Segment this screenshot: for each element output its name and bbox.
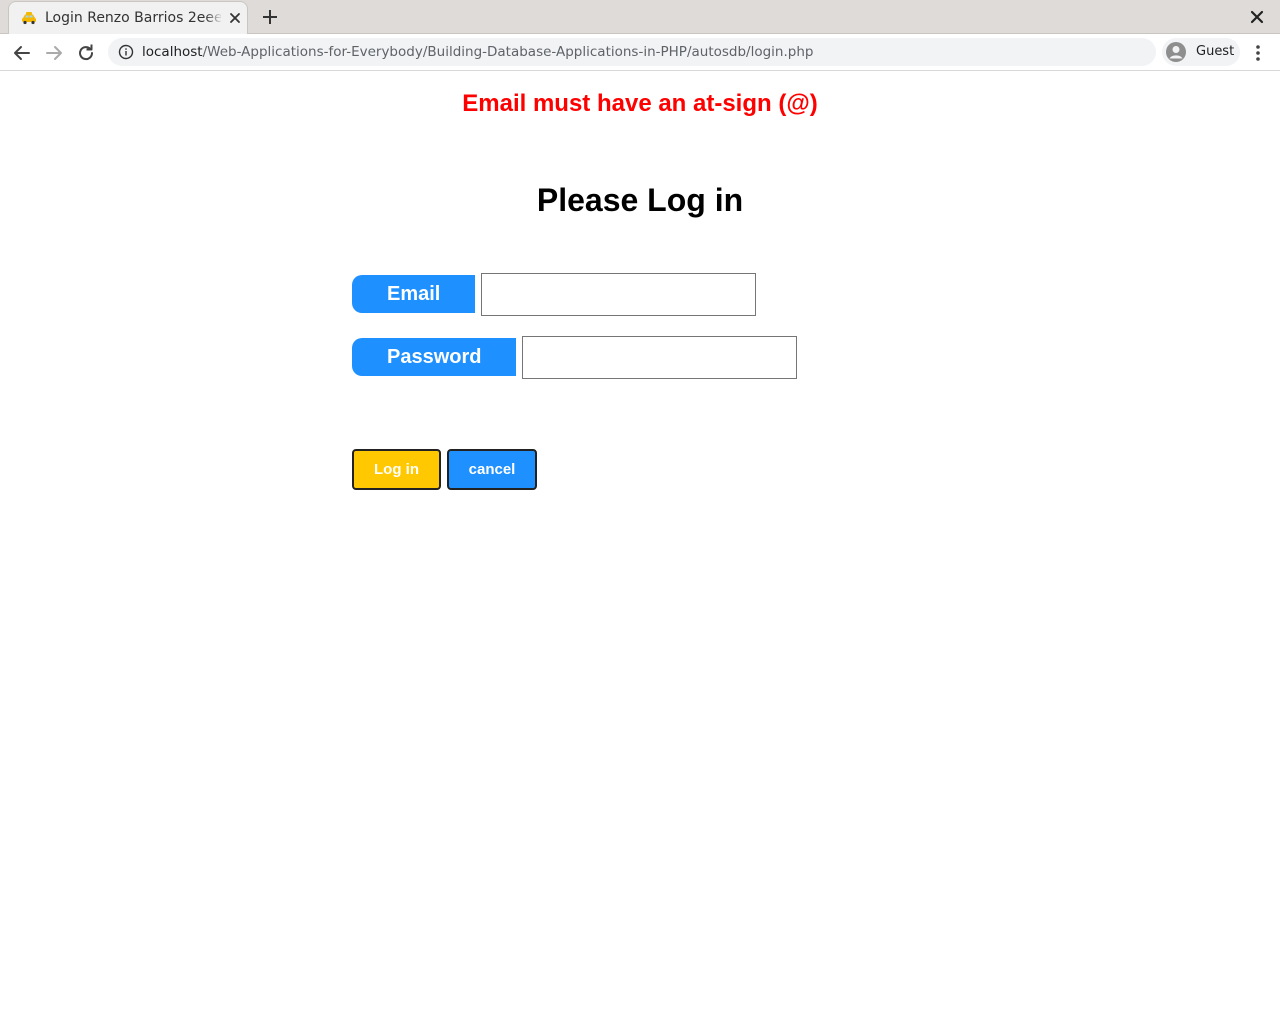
tab-close-icon[interactable] [227, 10, 243, 26]
back-arrow-icon[interactable] [10, 41, 34, 65]
url-text: localhost/Web-Applications-for-Everybody… [142, 44, 813, 60]
reload-icon[interactable] [74, 41, 98, 65]
email-field[interactable] [481, 273, 756, 316]
window-close-icon[interactable] [1248, 8, 1266, 26]
url-host: localhost [142, 44, 203, 60]
browser-tab[interactable]: Login Renzo Barrios 2eee0 [8, 1, 248, 34]
forward-arrow-icon[interactable] [42, 41, 66, 65]
password-field[interactable] [522, 336, 797, 379]
tab-title-fade [205, 6, 223, 30]
browser-toolbar: localhost/Web-Applications-for-Everybody… [0, 34, 1280, 71]
login-button[interactable]: Log in [352, 449, 441, 490]
error-message: Email must have an at-sign (@) [462, 90, 818, 117]
password-label: Password [352, 338, 516, 376]
tab-title: Login Renzo Barrios 2eee0 [45, 10, 221, 26]
info-icon[interactable] [118, 44, 134, 60]
tab-strip: Login Renzo Barrios 2eee0 [0, 0, 1280, 34]
cancel-button[interactable]: cancel [447, 449, 537, 490]
profile-label: Guest [1196, 44, 1235, 59]
more-vert-icon[interactable] [1250, 41, 1266, 65]
profile-button[interactable]: Guest [1162, 38, 1240, 66]
avatar-icon [1166, 42, 1186, 62]
url-path: /Web-Applications-for-Everybody/Building… [202, 44, 814, 60]
taxi-icon [22, 12, 36, 25]
new-tab-icon[interactable] [260, 7, 280, 27]
email-label: Email [352, 275, 475, 313]
page-title: Please Log in [536, 182, 744, 218]
address-bar[interactable]: localhost/Web-Applications-for-Everybody… [108, 38, 1156, 66]
